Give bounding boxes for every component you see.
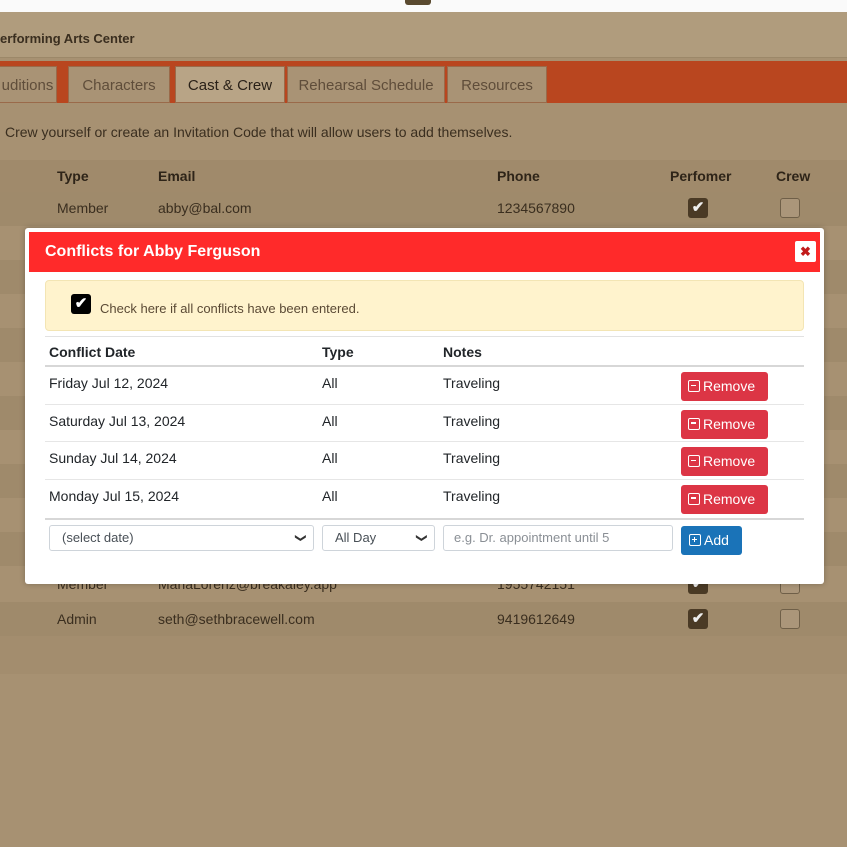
- type-select[interactable]: All Day ❯: [322, 525, 435, 551]
- add-conflict-row: (select date) ❯ All Day ❯ e.g. Dr. appoi…: [45, 518, 804, 558]
- remove-label: Remove: [703, 415, 756, 432]
- header-conflict-date: Conflict Date: [49, 344, 136, 360]
- tab-resources[interactable]: Resources: [447, 66, 547, 103]
- notes-input[interactable]: e.g. Dr. appointment until 5: [443, 525, 673, 551]
- date-select-value: (select date): [62, 530, 134, 545]
- table-row: Sunday Jul 14, 2024 All Traveling Remove: [45, 442, 804, 480]
- performer-checkbox[interactable]: ✔: [688, 609, 708, 629]
- conflict-notes: Traveling: [443, 412, 501, 429]
- crew-checkbox[interactable]: [780, 198, 800, 218]
- remove-label: Remove: [703, 378, 756, 394]
- header-type: Type: [57, 168, 89, 184]
- info-text: Crew yourself or create an Invitation Co…: [5, 124, 513, 140]
- conflict-notes: Traveling: [443, 375, 501, 391]
- header-type: Type: [322, 344, 354, 360]
- conflict-notes: Traveling: [443, 450, 501, 466]
- chevron-down-icon: ❯: [294, 533, 307, 543]
- header-email: Email: [158, 168, 196, 184]
- header-phone: Phone: [497, 168, 540, 184]
- crew-checkbox[interactable]: [780, 609, 800, 629]
- member-type: Admin: [57, 611, 97, 627]
- chevron-down-icon: ❯: [415, 533, 428, 543]
- remove-label: Remove: [703, 453, 756, 469]
- minus-square-icon: [688, 380, 700, 392]
- member-type: Member: [57, 200, 109, 216]
- tab-characters[interactable]: Characters: [68, 66, 170, 103]
- plus-square-icon: [689, 534, 701, 546]
- performer-checkbox[interactable]: ✔: [688, 198, 708, 218]
- minus-square-icon: [688, 417, 700, 430]
- table-row: Saturday Jul 13, 2024 All Traveling Remo…: [45, 405, 804, 442]
- tab-cast-crew[interactable]: Cast & Crew: [175, 66, 285, 103]
- tab-rehearsal-schedule[interactable]: Rehearsal Schedule: [287, 66, 445, 103]
- member-email: abby@bal.com: [158, 200, 252, 216]
- remove-button[interactable]: Remove: [681, 484, 768, 514]
- conflict-notes: Traveling: [443, 487, 501, 504]
- remove-button[interactable]: Remove: [681, 372, 768, 401]
- logo: [405, 0, 431, 5]
- tab-auditions[interactable]: uditions: [0, 66, 57, 103]
- member-phone: 9419612649: [497, 611, 575, 627]
- top-bar: [0, 0, 847, 12]
- conflict-type: All: [322, 412, 338, 429]
- conflicts-table-header: Conflict Date Type Notes: [45, 336, 804, 367]
- remove-button[interactable]: Remove: [681, 409, 768, 439]
- member-phone: 1234567890: [497, 200, 575, 216]
- all-conflicts-entered-checkbox[interactable]: ✔: [71, 294, 91, 314]
- conflicts-modal: Conflicts for Abby Ferguson ✖ ✔ Check he…: [25, 228, 824, 584]
- add-label: Add: [704, 532, 729, 548]
- conflict-date: Sunday Jul 14, 2024: [49, 450, 177, 466]
- table-row: Friday Jul 12, 2024 All Traveling Remove: [45, 367, 804, 405]
- add-button[interactable]: Add: [681, 526, 742, 555]
- tab-bar: uditions Characters Cast & Crew Rehearsa…: [0, 61, 847, 103]
- minus-square-icon: [688, 455, 700, 467]
- table-row: Monday Jul 15, 2024 All Traveling Remove: [45, 480, 804, 518]
- conflict-type: All: [322, 375, 338, 391]
- header-crew: Crew: [776, 168, 811, 184]
- conflict-date: Monday Jul 15, 2024: [49, 487, 179, 504]
- header-notes: Notes: [443, 344, 482, 360]
- conflict-date: Friday Jul 12, 2024: [49, 375, 169, 391]
- close-icon[interactable]: ✖: [795, 241, 816, 262]
- table-row: Admin seth@sethbracewell.com 9419612649 …: [0, 602, 847, 636]
- date-select[interactable]: (select date) ❯: [49, 525, 314, 551]
- remove-button[interactable]: Remove: [681, 447, 768, 476]
- header-performer: Perfomer: [670, 168, 732, 184]
- remove-label: Remove: [703, 490, 756, 507]
- conflicts-complete-notice: ✔ Check here if all conflicts have been …: [45, 280, 804, 331]
- minus-square-icon: [688, 492, 700, 505]
- table-footer: [0, 636, 847, 674]
- member-email: seth@sethbracewell.com: [158, 611, 315, 627]
- members-table-header: Type Email Phone Perfomer Crew: [0, 160, 847, 192]
- modal-header: Conflicts for Abby Ferguson ✖: [29, 232, 820, 272]
- conflict-type: All: [322, 450, 338, 466]
- type-select-value: All Day: [335, 530, 377, 545]
- org-title: erforming Arts Center: [0, 31, 135, 46]
- notice-label: Check here if all conflicts have been en…: [100, 301, 360, 316]
- conflict-type: All: [322, 487, 338, 504]
- modal-title: Conflicts for Abby Ferguson: [45, 243, 261, 260]
- table-row: Member abby@bal.com 1234567890 ✔: [0, 192, 847, 226]
- conflict-date: Saturday Jul 13, 2024: [49, 412, 186, 429]
